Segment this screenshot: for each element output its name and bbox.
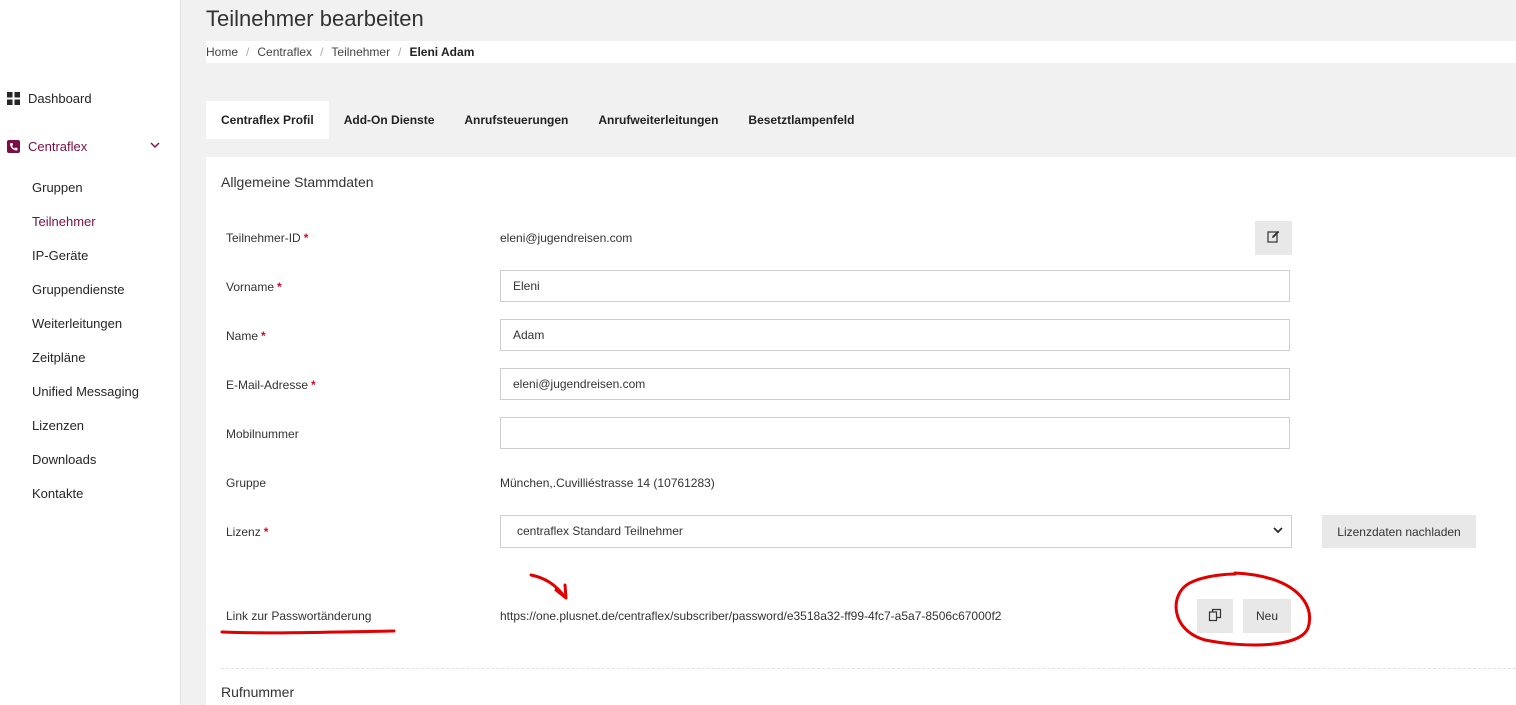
sidebar: Dashboard Centraflex Gruppen Teilnehmer … — [0, 0, 181, 705]
tab-centraflex-profil[interactable]: Centraflex Profil — [206, 101, 329, 139]
sidebar-item-kontakte[interactable]: Kontakte — [32, 486, 83, 501]
grid-icon — [6, 92, 20, 106]
lizenz-select[interactable]: centraflex Standard Teilnehmer — [500, 515, 1292, 548]
breadcrumb-teilnehmer[interactable]: Teilnehmer — [331, 45, 390, 59]
tab-besetztlampenfeld[interactable]: Besetztlampenfeld — [733, 101, 869, 139]
new-link-button[interactable]: Neu — [1243, 599, 1291, 633]
breadcrumb-separator: / — [398, 45, 402, 59]
edit-icon — [1267, 230, 1280, 246]
chevron-down-icon — [1273, 516, 1283, 547]
password-link-value: https://one.plusnet.de/centraflex/subscr… — [500, 609, 1002, 623]
sidebar-item-zeitplaene[interactable]: Zeitpläne — [32, 350, 85, 365]
breadcrumb-separator: / — [246, 45, 250, 59]
vorname-label: Vorname * — [226, 280, 282, 294]
mobilnummer-input[interactable] — [500, 417, 1290, 449]
teilnehmer-id-value: eleni@jugendreisen.com — [500, 231, 633, 245]
label-text: Name — [226, 329, 259, 343]
name-input[interactable]: Adam — [500, 319, 1290, 351]
lizenz-selected-value: centraflex Standard Teilnehmer — [517, 524, 683, 538]
phone-icon — [6, 140, 20, 154]
section-title-rufnummer: Rufnummer — [221, 684, 295, 700]
sidebar-item-gruppendienste[interactable]: Gruppendienste — [32, 282, 125, 297]
profile-panel: Allgemeine Stammdaten Teilnehmer-ID * ele… — [206, 157, 1516, 705]
required-mark: * — [263, 525, 269, 539]
label-text: Teilnehmer-ID — [226, 231, 301, 245]
sidebar-item-dashboard[interactable]: Dashboard — [6, 91, 92, 106]
label-text: Lizenz — [226, 525, 261, 539]
sidebar-item-gruppen[interactable]: Gruppen — [32, 180, 83, 195]
breadcrumb-centraflex[interactable]: Centraflex — [257, 45, 312, 59]
email-input[interactable]: eleni@jugendreisen.com — [500, 368, 1290, 400]
page-title: Teilnehmer bearbeiten — [206, 6, 424, 31]
section-divider — [221, 668, 1516, 669]
teilnehmer-id-label: Teilnehmer-ID * — [226, 231, 308, 245]
reload-license-button[interactable]: Lizenzdaten nachladen — [1322, 515, 1476, 548]
sidebar-item-lizenzen[interactable]: Lizenzen — [32, 418, 84, 433]
email-label: E-Mail-Adresse * — [226, 378, 316, 392]
gruppe-value: München,.Cuvilliéstrasse 14 (10761283) — [500, 476, 715, 490]
sidebar-item-unified-messaging[interactable]: Unified Messaging — [32, 384, 139, 399]
name-label: Name * — [226, 329, 266, 343]
sidebar-item-teilnehmer[interactable]: Teilnehmer — [32, 214, 96, 229]
gruppe-label: Gruppe — [226, 476, 267, 490]
sidebar-item-centraflex[interactable]: Centraflex — [6, 139, 87, 154]
required-mark: * — [277, 280, 282, 294]
tab-anrufsteuerungen[interactable]: Anrufsteuerungen — [449, 101, 583, 139]
sidebar-item-weiterleitungen[interactable]: Weiterleitungen — [32, 316, 122, 331]
password-link-label: Link zur Passwortänderung — [226, 609, 372, 623]
required-mark: * — [311, 378, 316, 392]
sidebar-item-ip-geraete[interactable]: IP-Geräte — [32, 248, 88, 263]
lizenz-label: Lizenz * — [226, 525, 268, 539]
label-text: Vorname — [226, 280, 275, 294]
section-title: Allgemeine Stammdaten — [221, 174, 374, 190]
breadcrumb-home[interactable]: Home — [206, 45, 238, 59]
edit-id-button[interactable] — [1255, 221, 1292, 255]
tab-add-on-dienste[interactable]: Add-On Dienste — [329, 101, 450, 139]
tab-anrufweiterleitungen[interactable]: Anrufweiterleitungen — [583, 101, 733, 139]
breadcrumb-separator: / — [320, 45, 324, 59]
breadcrumb-current: Eleni Adam — [409, 45, 475, 59]
sidebar-item-downloads[interactable]: Downloads — [32, 452, 96, 467]
vorname-input[interactable]: Eleni — [500, 270, 1290, 302]
sidebar-item-label: Dashboard — [28, 91, 92, 106]
copy-icon — [1208, 608, 1222, 625]
breadcrumb: Home / Centraflex / Teilnehmer / Eleni Adam — [206, 41, 1516, 63]
label-text: E-Mail-Adresse — [226, 378, 309, 392]
sidebar-item-label: Centraflex — [28, 139, 88, 154]
copy-link-button[interactable] — [1197, 599, 1233, 633]
required-mark: * — [303, 231, 309, 245]
chevron-down-icon[interactable] — [150, 140, 160, 152]
required-mark: * — [261, 329, 266, 343]
tab-bar: Centraflex Profil Add-On Dienste Anrufst… — [206, 101, 869, 139]
mobilnummer-label: Mobilnummer — [226, 427, 299, 441]
